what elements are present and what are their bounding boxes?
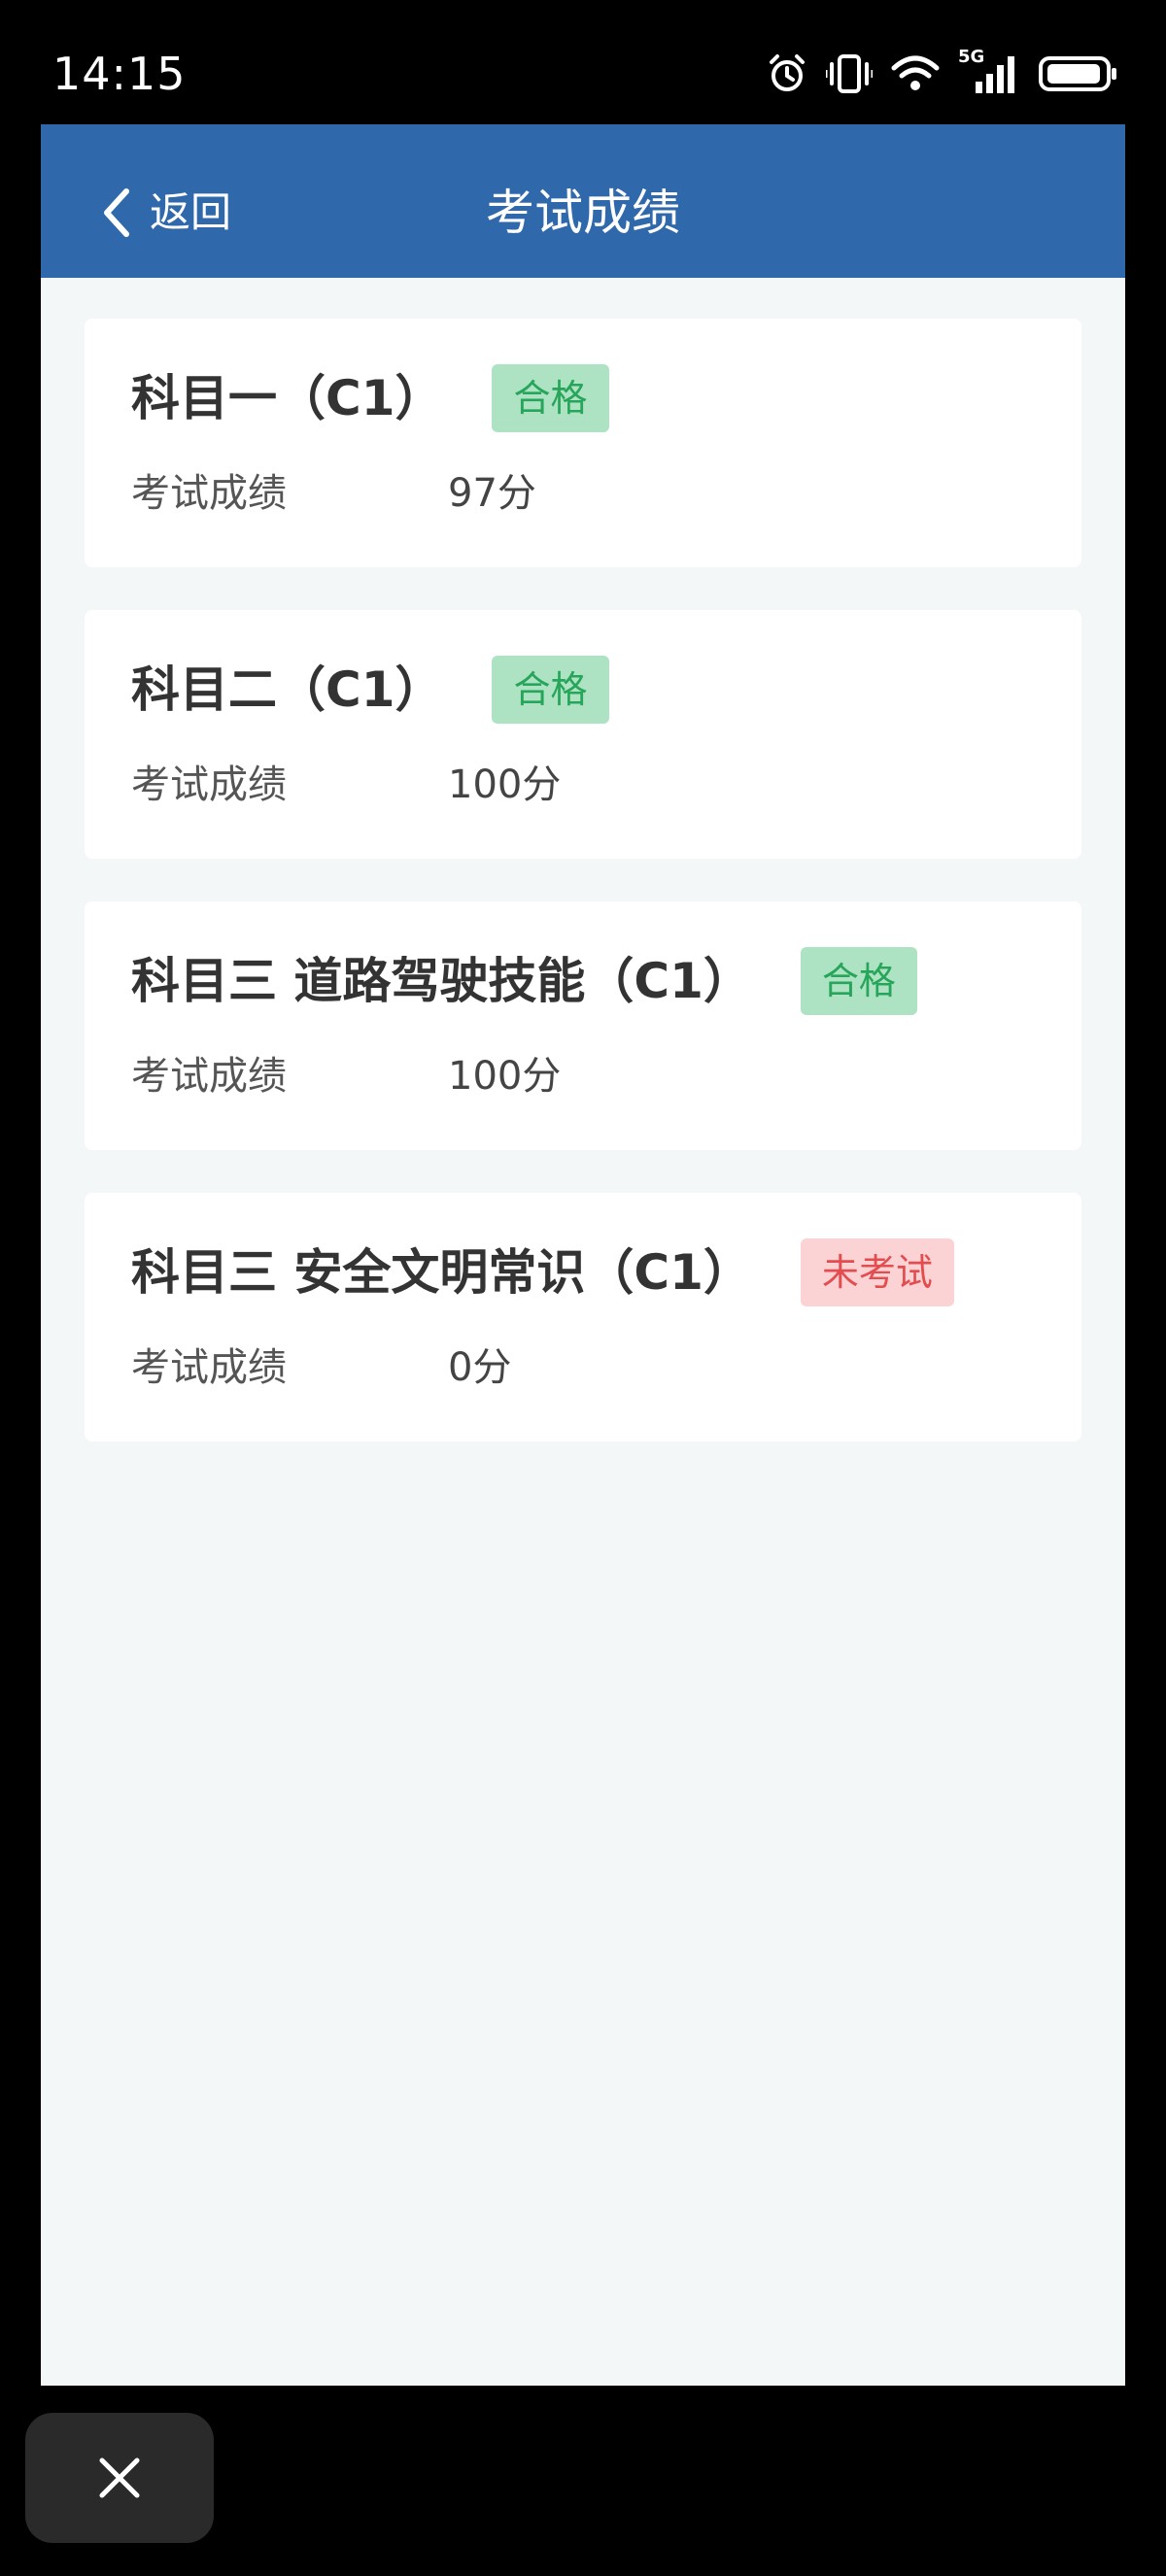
status-badge: 合格 — [492, 656, 609, 724]
vibrate-icon — [826, 54, 873, 93]
score-row: 考试成绩 0分 — [131, 1335, 511, 1393]
navbar: 返回 考试成绩 — [41, 124, 1125, 278]
score-row: 考试成绩 97分 — [131, 460, 536, 519]
result-card: 科目三 安全文明常识（C1） 未考试 考试成绩 0分 — [85, 1193, 1081, 1441]
alarm-icon — [770, 54, 805, 91]
result-card: 科目三 道路驾驶技能（C1） 合格 考试成绩 100分 — [85, 901, 1081, 1150]
subject-title: 科目三 安全文明常识（C1） — [131, 1244, 752, 1301]
score-row: 考试成绩 100分 — [131, 752, 561, 810]
close-icon — [99, 2457, 140, 2498]
score-value: 100分 — [448, 1054, 562, 1099]
signal-icon: 5G — [958, 49, 1020, 95]
results-list: 科目一（C1） 合格 考试成绩 97分 科目二（C1） 合格 考试成绩 100分 — [85, 319, 1081, 1484]
score-label: 考试成绩 — [131, 763, 287, 807]
status-badge: 合格 — [492, 364, 609, 432]
result-card: 科目二（C1） 合格 考试成绩 100分 — [85, 610, 1081, 859]
result-header: 科目一（C1） 合格 — [131, 363, 609, 433]
score-label: 考试成绩 — [131, 471, 287, 516]
score-row: 考试成绩 100分 — [131, 1043, 561, 1102]
subject-title: 科目三 道路驾驶技能（C1） — [131, 953, 752, 1009]
page-title: 考试成绩 — [486, 185, 680, 241]
score-value: 0分 — [448, 1345, 512, 1390]
score-value: 100分 — [448, 763, 562, 807]
status-badge: 合格 — [800, 947, 917, 1015]
battery-icon — [1039, 56, 1116, 91]
wifi-icon — [891, 55, 940, 90]
score-value: 97分 — [448, 471, 536, 516]
status-badge: 未考试 — [800, 1238, 954, 1306]
result-header: 科目三 道路驾驶技能（C1） 合格 — [131, 946, 917, 1016]
status-icons: 5G — [766, 49, 1119, 97]
status-bar: 14:15 5G — [0, 0, 1166, 124]
score-label: 考试成绩 — [131, 1345, 287, 1390]
status-time: 14:15 — [52, 48, 187, 100]
result-card: 科目一（C1） 合格 考试成绩 97分 — [85, 319, 1081, 567]
close-button[interactable] — [25, 2413, 214, 2543]
result-header: 科目二（C1） 合格 — [131, 655, 609, 725]
score-label: 考试成绩 — [131, 1054, 287, 1099]
subject-title: 科目一（C1） — [131, 370, 444, 426]
subject-title: 科目二（C1） — [131, 661, 444, 718]
result-header: 科目三 安全文明常识（C1） 未考试 — [131, 1237, 954, 1307]
phone-screen: 14:15 5G 返回 考试成绩 科目一（C1） 合格 考试成绩 97分 科目二… — [0, 0, 1166, 2576]
app-window: 返回 考试成绩 科目一（C1） 合格 考试成绩 97分 科目二（C1） 合格 考… — [41, 124, 1125, 2386]
